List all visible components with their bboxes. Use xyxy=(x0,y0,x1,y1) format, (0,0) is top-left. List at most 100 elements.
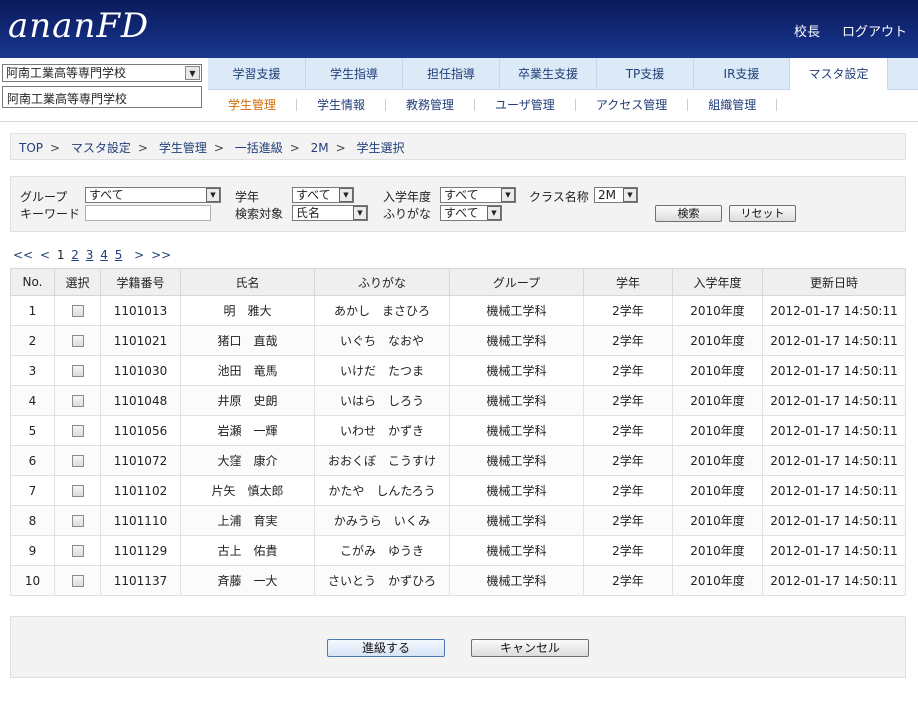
select-checkbox[interactable] xyxy=(71,335,84,347)
breadcrumb-top[interactable]: TOP xyxy=(19,141,43,155)
cell-select xyxy=(54,505,101,536)
col-grade: 学年 xyxy=(583,268,673,296)
keyword-label: キーワード xyxy=(20,207,81,221)
select-checkbox[interactable] xyxy=(71,575,84,587)
col-updated: 更新日時 xyxy=(762,268,906,296)
pager-prev[interactable]: < xyxy=(40,248,50,262)
cell-name: 大窪 康介 xyxy=(180,445,315,476)
cell-name: 片矢 慎太郎 xyxy=(180,475,315,506)
breadcrumb-class[interactable]: 2M xyxy=(311,141,329,155)
cell-updated: 2012-01-17 14:50:11 xyxy=(762,475,906,506)
select-checkbox[interactable] xyxy=(71,485,84,497)
chevron-down-icon[interactable]: ▼ xyxy=(487,206,501,220)
class-name-select[interactable]: 2M ▼ xyxy=(594,187,638,203)
tab-learning-support[interactable]: 学習支援 xyxy=(208,58,306,90)
table-row: 7 1101102 片矢 慎太郎 かたや しんたろう 機械工学科 2学年 2010年度 201… xyxy=(10,475,906,506)
cell-student-id: 1101137 xyxy=(100,565,181,596)
tab-alumni-support[interactable]: 卒業生支援 xyxy=(500,58,597,90)
cell-select xyxy=(54,475,101,506)
grade-select[interactable]: すべて ▼ xyxy=(292,187,354,203)
subnav-student-info[interactable]: 学生情報 xyxy=(297,99,387,111)
cell-grade: 2学年 xyxy=(583,385,673,416)
table-row: 5 1101056 岩瀬 一輝 いわせ かずき 機械工学科 2学年 2010年度 2012-0… xyxy=(10,415,906,446)
cell-no: 7 xyxy=(10,475,55,506)
chevron-down-icon[interactable]: ▼ xyxy=(353,206,367,220)
cell-enroll-year: 2010年度 xyxy=(672,445,763,476)
select-checkbox[interactable] xyxy=(71,545,84,557)
cell-group: 機械工学科 xyxy=(449,505,584,536)
cell-grade: 2学年 xyxy=(583,535,673,566)
cell-enroll-year: 2010年度 xyxy=(672,385,763,416)
tab-ir-support[interactable]: IR支援 xyxy=(694,58,790,90)
logout-link[interactable]: ログアウト xyxy=(842,21,907,40)
pager-page-5[interactable]: 5 xyxy=(115,248,123,262)
breadcrumb-separator: > xyxy=(213,141,224,155)
cell-no: 10 xyxy=(10,565,55,596)
chevron-down-icon[interactable]: ▼ xyxy=(206,188,220,202)
cell-grade: 2学年 xyxy=(583,325,673,356)
promote-button[interactable]: 進級する xyxy=(327,639,445,657)
cell-group: 機械工学科 xyxy=(449,535,584,566)
tab-master-settings[interactable]: マスタ設定 xyxy=(790,58,888,90)
cell-select xyxy=(54,565,101,596)
breadcrumb-master-settings[interactable]: マスタ設定 xyxy=(71,141,131,155)
reset-button[interactable]: リセット xyxy=(729,205,796,222)
select-checkbox[interactable] xyxy=(71,425,84,437)
tab-homeroom-guidance[interactable]: 担任指導 xyxy=(403,58,500,90)
table-row: 2 1101021 猪口 直哉 いぐち なおや 機械工学科 2学年 2010年度 2012-0… xyxy=(10,325,906,356)
tab-student-guidance[interactable]: 学生指導 xyxy=(306,58,403,90)
pager-first[interactable]: << xyxy=(13,248,33,262)
chevron-down-icon[interactable]: ▼ xyxy=(623,188,637,202)
enroll-year-select[interactable]: すべて ▼ xyxy=(440,187,516,203)
chevron-down-icon[interactable]: ▼ xyxy=(185,66,200,80)
select-checkbox[interactable] xyxy=(71,455,84,467)
pager-page-4[interactable]: 4 xyxy=(100,248,108,262)
breadcrumb-student-management[interactable]: 学生管理 xyxy=(159,141,207,155)
cell-grade: 2学年 xyxy=(583,445,673,476)
keyword-input[interactable] xyxy=(85,205,211,221)
cell-grade: 2学年 xyxy=(583,415,673,446)
cell-group: 機械工学科 xyxy=(449,415,584,446)
tab-tp-support[interactable]: TP支援 xyxy=(597,58,694,90)
cell-student-id: 1101021 xyxy=(100,325,181,356)
breadcrumb-bulk-promotion[interactable]: 一括進級 xyxy=(235,141,283,155)
pager-page-2[interactable]: 2 xyxy=(71,248,79,262)
subnav-access-management[interactable]: アクセス管理 xyxy=(576,99,689,111)
group-select[interactable]: すべて ▼ xyxy=(85,187,221,203)
cell-updated: 2012-01-17 14:50:11 xyxy=(762,355,906,386)
subnav-organization-management[interactable]: 組織管理 xyxy=(688,99,778,111)
chevron-down-icon[interactable]: ▼ xyxy=(339,188,353,202)
cell-no: 9 xyxy=(10,535,55,566)
table-row: 10 1101137 斉藤 一大 さいとう かずひろ 機械工学科 2学年 2010年度 201… xyxy=(10,565,906,596)
cell-kana: いけだ たつま xyxy=(314,355,450,386)
cell-enroll-year: 2010年度 xyxy=(672,415,763,446)
user-role-link[interactable]: 校長 xyxy=(794,21,820,40)
select-checkbox[interactable] xyxy=(71,395,84,407)
select-checkbox[interactable] xyxy=(71,515,84,527)
table-row: 9 1101129 古上 佑貴 こがみ ゆうき 機械工学科 2学年 2010年度 2012-0… xyxy=(10,535,906,566)
furigana-select[interactable]: すべて ▼ xyxy=(440,205,502,221)
pager-last[interactable]: >> xyxy=(151,248,171,262)
select-checkbox[interactable] xyxy=(71,365,84,377)
cell-kana: こがみ ゆうき xyxy=(314,535,450,566)
search-button[interactable]: 検索 xyxy=(655,205,722,222)
cell-name: 古上 佑貴 xyxy=(180,535,315,566)
cancel-button[interactable]: キャンセル xyxy=(471,639,589,657)
col-enroll-year: 入学年度 xyxy=(672,268,763,296)
select-checkbox[interactable] xyxy=(71,305,84,317)
breadcrumb-student-select[interactable]: 学生選択 xyxy=(357,141,405,155)
subnav-user-management[interactable]: ユーザ管理 xyxy=(475,99,576,111)
pager-next[interactable]: > xyxy=(134,248,144,262)
chevron-down-icon[interactable]: ▼ xyxy=(501,188,515,202)
tab-filler xyxy=(888,58,918,90)
table-row: 8 1101110 上浦 育実 かみうら いくみ 機械工学科 2学年 2010年度 2012-… xyxy=(10,505,906,536)
cell-updated: 2012-01-17 14:50:11 xyxy=(762,535,906,566)
table-row: 4 1101048 井原 史朗 いはら しろう 機械工学科 2学年 2010年度 2012-0… xyxy=(10,385,906,416)
school-select[interactable]: 阿南工業高等専門学校 ▼ xyxy=(2,64,202,82)
cell-group: 機械工学科 xyxy=(449,475,584,506)
subnav-academic-affairs[interactable]: 教務管理 xyxy=(386,99,476,111)
pager-page-3[interactable]: 3 xyxy=(86,248,94,262)
subnav-student-management[interactable]: 学生管理 xyxy=(208,99,298,111)
search-target-select[interactable]: 氏名 ▼ xyxy=(292,205,368,221)
cell-enroll-year: 2010年度 xyxy=(672,475,763,506)
